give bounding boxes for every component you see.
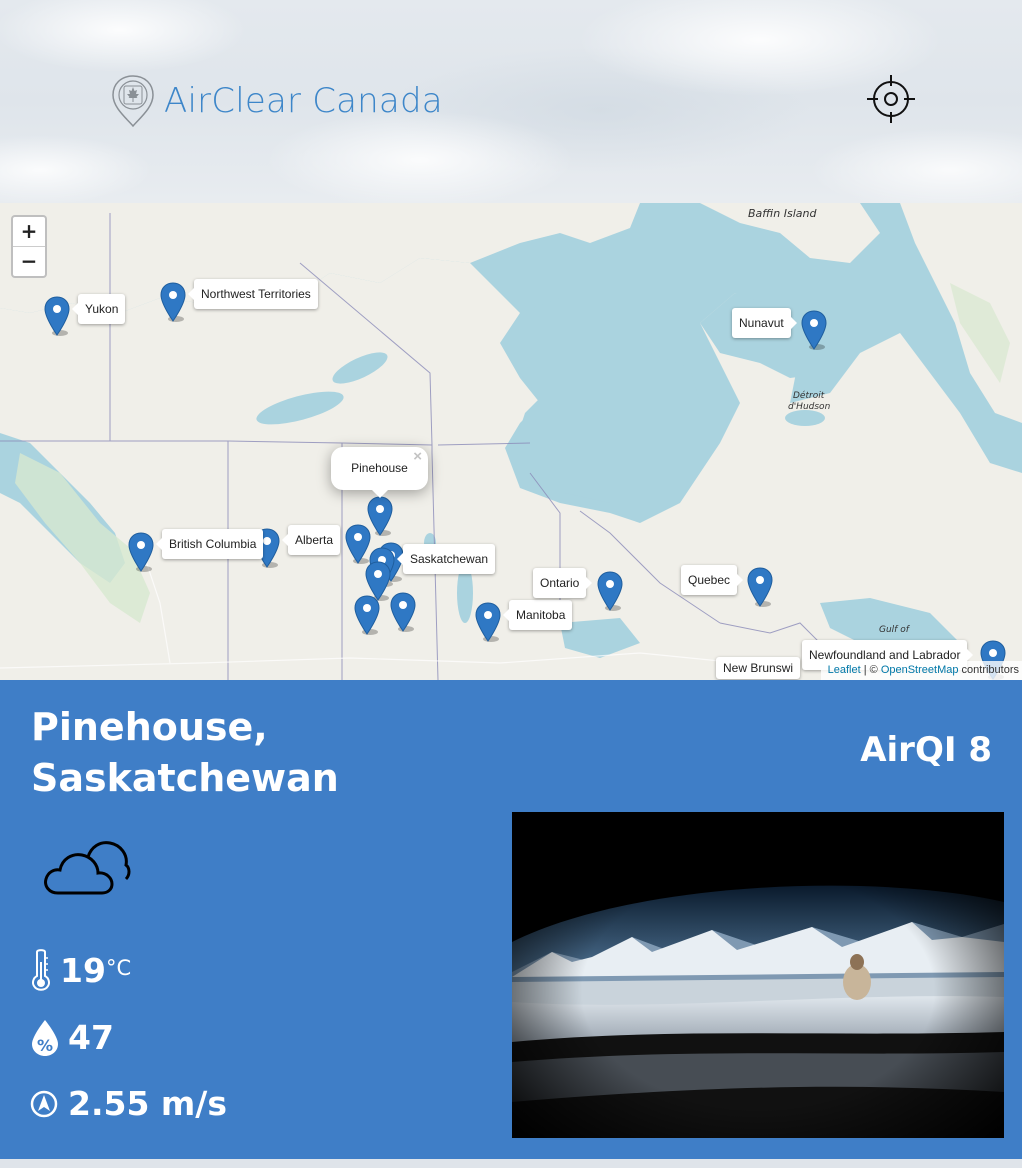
map-marker-sask-d[interactable] <box>354 595 380 635</box>
maple-pin-logo-icon <box>112 75 154 128</box>
crosshair-icon <box>867 75 915 123</box>
zoom-control: + − <box>11 215 47 278</box>
wind-stat: 2.55 m/s <box>30 1084 227 1123</box>
app-title: AirClear Canada <box>164 81 443 121</box>
popup-close-button[interactable]: × <box>413 435 422 478</box>
marker-tooltip-quebec: Quebec <box>681 565 744 595</box>
attribution-separator: | © <box>860 664 881 676</box>
mountain-landscape-image <box>512 812 1004 1138</box>
attribution-contributors: contributors <box>958 664 1019 676</box>
map-attribution: Leaflet | © OpenStreetMap contributors <box>820 661 1022 680</box>
temperature-value: 19 <box>60 950 106 990</box>
map-label-hudson-1: Détroit <box>793 391 825 401</box>
map-popup: Pinehouse × <box>331 447 428 498</box>
location-province: Saskatchewan <box>31 756 339 800</box>
wind-direction-icon <box>30 1090 58 1117</box>
map[interactable]: Baffin Island Détroit d'Hudson Gulf of +… <box>0 203 1022 680</box>
map-marker-manitoba[interactable] <box>475 602 501 642</box>
air-quality-index: AirQI 8 <box>860 730 992 770</box>
leaflet-link[interactable]: Leaflet <box>828 664 861 676</box>
location-city: Pinehouse, <box>31 705 268 749</box>
humidity-stat: % 47 <box>30 1018 114 1057</box>
popup-title: Pinehouse <box>351 461 408 475</box>
temperature-unit: °C <box>105 956 132 980</box>
zoom-out-button[interactable]: − <box>13 247 45 276</box>
marker-tooltip-saskatchewan: Saskatchewan <box>396 544 496 574</box>
header: AirClear Canada <box>0 0 1022 203</box>
temperature-stat: 19 °C <box>30 948 131 992</box>
location-title: Pinehouse, Saskatchewan <box>31 702 339 804</box>
wind-value: 2.55 m/s <box>68 1084 227 1123</box>
map-label-hudson-2: d'Hudson <box>788 402 831 412</box>
locate-me-button[interactable] <box>866 74 916 124</box>
app-logo[interactable]: AirClear Canada <box>110 74 443 128</box>
marker-tooltip-alberta: Alberta <box>281 525 341 555</box>
map-label-baffin: Baffin Island <box>748 207 817 220</box>
map-marker-quebec[interactable] <box>747 567 773 607</box>
marker-tooltip-manitoba: Manitoba <box>502 600 573 630</box>
info-panel: Pinehouse, Saskatchewan AirQI 8 19 °C % … <box>0 680 1022 1159</box>
zoom-in-button[interactable]: + <box>13 217 45 247</box>
map-marker-nunavut[interactable] <box>801 310 827 350</box>
map-marker-yukon[interactable] <box>44 296 70 336</box>
map-label-gulf: Gulf of <box>879 625 909 635</box>
thermometer-icon <box>32 949 50 991</box>
location-photo <box>512 812 1004 1138</box>
marker-tooltip-nwt: Northwest Territories <box>188 279 318 309</box>
marker-tooltip-yukon: Yukon <box>71 294 126 324</box>
marker-tooltip-new-brunswick: New Brunswi <box>716 657 801 679</box>
marker-tooltip-ontario: Ontario <box>533 568 593 598</box>
svg-text:%: % <box>37 1036 53 1055</box>
footer-strip <box>0 1159 1022 1168</box>
map-marker-alberta-b[interactable] <box>345 524 371 564</box>
humidity-drop-icon: % <box>32 1019 58 1056</box>
map-marker-ontario[interactable] <box>597 571 623 611</box>
map-marker-sask-e[interactable] <box>390 592 416 632</box>
marker-tooltip-nunavut: Nunavut <box>732 308 797 338</box>
humidity-value: 47 <box>68 1018 114 1057</box>
cloudy-icon <box>44 841 131 895</box>
osm-link[interactable]: OpenStreetMap <box>881 664 959 676</box>
marker-tooltip-bc: British Columbia <box>155 529 264 559</box>
